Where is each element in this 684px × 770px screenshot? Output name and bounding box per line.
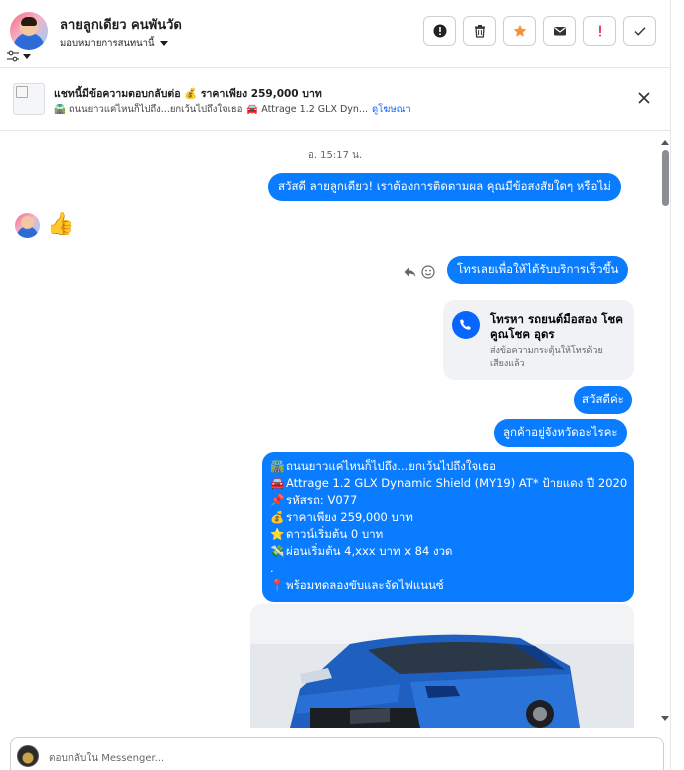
assign-conversation-dropdown[interactable]: มอบหมายการสนทนานี้: [60, 36, 168, 51]
car-icon: 🚘: [270, 476, 285, 490]
thread-scrollbar[interactable]: [658, 140, 670, 728]
envelope-icon: [553, 27, 566, 36]
messenger-thread: ลายลูกเดียว คนพันวัด มอบหมายการสนทนานี้ …: [0, 0, 684, 770]
contact-name[interactable]: ลายลูกเดียว คนพันวัด: [60, 14, 182, 35]
mark-spam-button[interactable]: [423, 16, 456, 46]
mark-done-button[interactable]: [623, 16, 656, 46]
listing-line: 🛣️ ถนนยาวแค่ไหนก็ไปถึง...ยกเว้นไปถึงใจเธอ: [270, 459, 497, 473]
header-actions: [423, 16, 656, 46]
listing-line: 🚘 Attrage 1.2 GLX Dynamic Shield (MY19) A…: [270, 476, 628, 490]
incoming-thumbs-up[interactable]: 👍: [47, 212, 74, 238]
assign-label: มอบหมายการสนทนานี้: [60, 38, 155, 49]
alert-icon: [598, 25, 601, 37]
car-illustration: [250, 604, 634, 728]
ad-thumbnail[interactable]: [13, 83, 45, 115]
listing-line: .: [270, 561, 274, 575]
listing-line: 📌 รหัสรถ: V077: [270, 493, 358, 507]
road-icon: 🛣️: [270, 459, 285, 473]
contact-avatar[interactable]: [10, 12, 48, 50]
scroll-down-arrow[interactable]: [661, 716, 669, 721]
contact-avatar-small[interactable]: [15, 213, 40, 238]
location-pin-icon: 📍: [270, 578, 285, 592]
ad-subtitle-part-1: 🛣️ ถนนยาวแค่ไหนก็ไปถึง...ยกเว้นไปถึงใจเธ…: [54, 104, 243, 115]
exclamation-circle-icon: [433, 24, 446, 38]
close-icon[interactable]: [636, 90, 652, 106]
view-ad-link[interactable]: ดูโฆษณา: [372, 102, 411, 117]
star-icon: ⭐: [270, 527, 285, 541]
outgoing-message-greeting[interactable]: สวัสดี ลายลูกเดียว! เราต้องการติดตามผล ค…: [268, 173, 621, 201]
message-timestamp: อ. 15:17 น.: [307, 150, 363, 161]
outgoing-message-call-prompt[interactable]: โทรเลยเพื่อให้ได้รับบริการเร็วขึ้น: [447, 256, 629, 284]
scroll-up-arrow[interactable]: [661, 140, 669, 145]
reply-input[interactable]: ตอบกลับใน Messenger...: [49, 751, 164, 766]
scrollbar-thumb[interactable]: [662, 150, 669, 206]
outgoing-message-province[interactable]: ลูกค้าอยู่จังหวัดอะไรคะ: [494, 419, 627, 447]
star-icon: [513, 24, 526, 37]
ad-subtitle-part-2: 🚘 Attrage 1.2 GLX Dyn...: [246, 104, 368, 115]
sliders-icon: [7, 50, 19, 62]
money-wings-icon: 💸: [270, 544, 285, 558]
smiley-icon[interactable]: [421, 265, 435, 279]
outgoing-message-hello[interactable]: สวัสดีค่ะ: [574, 386, 632, 414]
car-photo[interactable]: [250, 604, 634, 728]
pin-icon: 📌: [270, 493, 285, 507]
panel-divider: [670, 0, 671, 770]
money-bag-icon: 💰: [270, 510, 285, 524]
phone-icon: [452, 311, 480, 339]
listing-line: 💰 ราคาเพียง 259,000 บาท: [270, 510, 413, 524]
follow-up-button[interactable]: [583, 16, 616, 46]
ad-banner-subtitle: 🛣️ ถนนยาวแค่ไหนก็ไปถึง...ยกเว้นไปถึงใจเธ…: [54, 102, 411, 117]
delete-button[interactable]: [463, 16, 496, 46]
filter-settings-button[interactable]: [6, 48, 36, 64]
message-hover-actions: [403, 265, 435, 279]
star-button[interactable]: [503, 16, 536, 46]
listing-line: 📍 พร้อมทดลองขับและจัดไฟแนนซ์: [270, 578, 444, 592]
listing-line: ⭐ ดาวน์เริ่มต้น 0 บาท: [270, 527, 384, 541]
listing-line: 💸 ผ่อนเริ่มต้น 4,xxx บาท x 84 งวด: [270, 544, 453, 558]
call-card-subtitle: ส่งข้อความกระตุ้นให้โทรด้วยเสียงแล้ว: [490, 346, 603, 369]
call-card-title: โทรหา รถยนต์มือสอง โชคคูณโชค อุดร: [490, 312, 623, 341]
chevron-down-icon: [23, 53, 31, 59]
trash-icon: [474, 25, 485, 38]
page-avatar: [17, 745, 39, 767]
outgoing-message-listing[interactable]: 🛣️ ถนนยาวแค่ไหนก็ไปถึง...ยกเว้นไปถึงใจเธอ…: [262, 452, 634, 602]
chevron-down-icon: [159, 41, 168, 46]
email-button[interactable]: [543, 16, 576, 46]
check-icon: [634, 27, 645, 36]
reply-icon[interactable]: [403, 265, 417, 279]
ad-banner-title: แชทนี้มีข้อความตอบกลับต่อ 💰 ราคาเพียง 25…: [54, 88, 322, 100]
